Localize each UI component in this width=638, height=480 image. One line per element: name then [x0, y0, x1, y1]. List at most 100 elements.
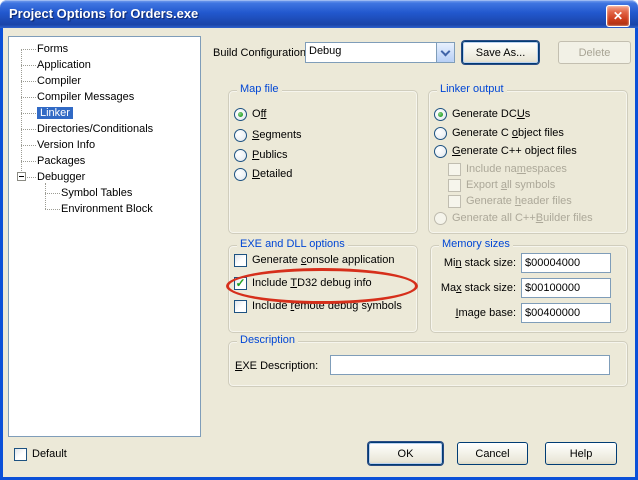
- radio-generate-all-cppbuilder[interactable]: Generate all C++Builder files: [434, 210, 593, 226]
- checkbox-default[interactable]: Default: [14, 446, 67, 462]
- checkbox-icon: [448, 163, 461, 176]
- radio-icon: [434, 212, 447, 225]
- default-label: Default: [32, 448, 67, 460]
- checkbox-icon: [14, 448, 27, 461]
- radio-label: Generate all C++Builder files: [452, 212, 593, 224]
- sidebar-item-symbol-tables[interactable]: Symbol Tables: [9, 185, 200, 201]
- delete-button[interactable]: Delete: [558, 41, 631, 64]
- delete-label: Delete: [579, 47, 611, 59]
- title-bar[interactable]: Project Options for Orders.exe ✕: [0, 0, 638, 28]
- ok-label: OK: [398, 448, 414, 460]
- ok-button[interactable]: OK: [368, 442, 443, 465]
- sidebar-item-environment-block[interactable]: Environment Block: [9, 201, 200, 217]
- save-as-label: Save As...: [476, 47, 526, 59]
- help-label: Help: [570, 448, 593, 460]
- max-stack-size-input[interactable]: [521, 278, 611, 298]
- checkbox-generate-header-files[interactable]: Generate header files: [448, 193, 572, 209]
- sidebar-item-label: Application: [37, 59, 91, 71]
- chevron-down-icon: [441, 46, 451, 56]
- radio-generate-cpp-object[interactable]: Generate C++ object files: [434, 143, 577, 159]
- sidebar-item-label: Symbol Tables: [61, 187, 132, 199]
- radio-map-segments[interactable]: Segments: [234, 127, 302, 143]
- project-options-dialog: Project Options for Orders.exe ✕ Forms A…: [0, 0, 638, 480]
- min-stack-size-input[interactable]: [521, 253, 611, 273]
- checkbox-icon: [234, 300, 247, 313]
- sidebar-item-label: Packages: [37, 155, 85, 167]
- exe-description-label: EXE Description:: [235, 360, 318, 372]
- image-base-label: Image base:: [434, 307, 516, 319]
- sidebar-item-label: Linker: [37, 107, 73, 119]
- radio-map-detailed[interactable]: Detailed: [234, 166, 292, 182]
- radio-map-publics[interactable]: Publics: [234, 147, 287, 163]
- radio-label: Generate DCUs: [452, 108, 530, 120]
- build-configuration-combo[interactable]: Debug: [305, 42, 455, 63]
- category-tree: Forms Application Compiler Compiler Mess…: [8, 36, 201, 437]
- radio-icon: [234, 168, 247, 181]
- radio-icon: [234, 149, 247, 162]
- radio-selected-icon: [434, 108, 447, 121]
- radio-generate-c-object[interactable]: Generate C object files: [434, 125, 564, 141]
- save-as-button[interactable]: Save As...: [462, 41, 539, 64]
- radio-label: Publics: [252, 149, 287, 161]
- sidebar-item-label: Environment Block: [61, 203, 153, 215]
- checkbox-include-td32-debug-info[interactable]: ✓ Include TD32 debug info: [234, 275, 372, 291]
- min-stack-size-label: Min stack size:: [434, 257, 516, 269]
- checkbox-label: Export all symbols: [466, 179, 555, 191]
- checkbox-checked-icon: ✓: [234, 277, 247, 290]
- radio-icon: [234, 129, 247, 142]
- sidebar-item-compiler[interactable]: Compiler: [9, 73, 200, 89]
- image-base-input[interactable]: [521, 303, 611, 323]
- sidebar-item-packages[interactable]: Packages: [9, 153, 200, 169]
- checkbox-include-remote-debug-symbols[interactable]: Include remote debug symbols: [234, 298, 402, 314]
- cancel-button[interactable]: Cancel: [457, 442, 528, 465]
- radio-label: Generate C++ object files: [452, 145, 577, 157]
- map-file-group-title: Map file: [237, 83, 282, 95]
- radio-label: Generate C object files: [452, 127, 564, 139]
- sidebar-item-compiler-messages[interactable]: Compiler Messages: [9, 89, 200, 105]
- collapse-minus-icon[interactable]: [17, 172, 26, 181]
- sidebar-item-directories-conditionals[interactable]: Directories/Conditionals: [9, 121, 200, 137]
- sidebar-item-version-info[interactable]: Version Info: [9, 137, 200, 153]
- memory-sizes-group-title: Memory sizes: [439, 238, 513, 250]
- sidebar-item-label: Directories/Conditionals: [37, 123, 153, 135]
- exe-description-input[interactable]: [330, 355, 610, 375]
- window-title: Project Options for Orders.exe: [9, 6, 198, 21]
- radio-generate-dcus[interactable]: Generate DCUs: [434, 106, 530, 122]
- close-icon: ✕: [613, 9, 623, 23]
- checkbox-generate-console-application[interactable]: Generate console application: [234, 252, 395, 268]
- checkbox-icon: [448, 179, 461, 192]
- radio-icon: [434, 127, 447, 140]
- sidebar-item-label: Compiler Messages: [37, 91, 134, 103]
- combo-dropdown-button[interactable]: [436, 43, 454, 62]
- radio-selected-icon: [234, 108, 247, 121]
- radio-label: Segments: [252, 129, 302, 141]
- description-group-title: Description: [237, 334, 298, 346]
- sidebar-item-debugger[interactable]: Debugger: [9, 169, 200, 185]
- sidebar-item-label: Compiler: [37, 75, 81, 87]
- exe-dll-group-title: EXE and DLL options: [237, 238, 348, 250]
- checkbox-include-namespaces[interactable]: Include namespaces: [448, 161, 567, 177]
- help-button[interactable]: Help: [545, 442, 617, 465]
- radio-label: Detailed: [252, 168, 292, 180]
- sidebar-item-linker[interactable]: Linker: [9, 105, 200, 121]
- radio-map-off[interactable]: Off: [234, 106, 266, 122]
- radio-label: Off: [252, 108, 266, 120]
- checkbox-icon: [448, 195, 461, 208]
- checkbox-icon: [234, 254, 247, 267]
- close-button[interactable]: ✕: [606, 5, 630, 27]
- checkbox-export-all-symbols[interactable]: Export all symbols: [448, 177, 555, 193]
- sidebar-item-application[interactable]: Application: [9, 57, 200, 73]
- build-configuration-label: Build Configuration: [213, 47, 306, 59]
- checkbox-label: Include namespaces: [466, 163, 567, 175]
- sidebar-item-label: Debugger: [37, 171, 85, 183]
- sidebar-item-forms[interactable]: Forms: [9, 41, 200, 57]
- radio-icon: [434, 145, 447, 158]
- sidebar-item-label: Version Info: [37, 139, 95, 151]
- checkbox-label: Generate header files: [466, 195, 572, 207]
- cancel-label: Cancel: [475, 448, 509, 460]
- linker-output-group-title: Linker output: [437, 83, 507, 95]
- check-icon: ✓: [235, 277, 245, 289]
- checkbox-label: Generate console application: [252, 254, 395, 266]
- checkbox-label: Include remote debug symbols: [252, 300, 402, 312]
- max-stack-size-label: Max stack size:: [434, 282, 516, 294]
